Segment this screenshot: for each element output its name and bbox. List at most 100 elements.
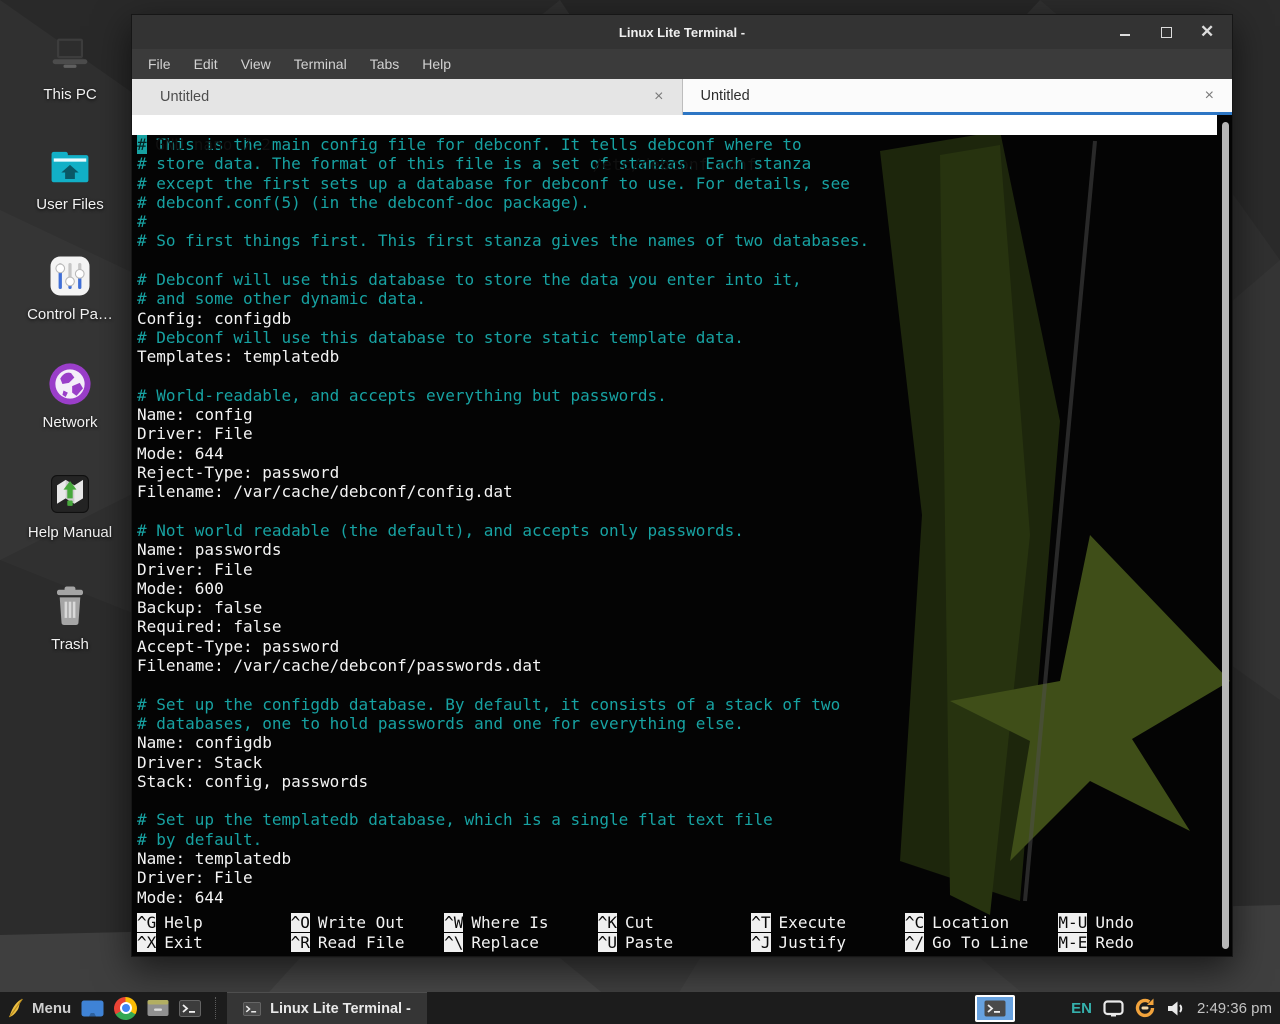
taskbar-clock[interactable]: 2:49:36 pm: [1197, 1000, 1272, 1017]
tab-bar: Untitled × Untitled ×: [132, 79, 1232, 115]
linux-lite-logo-icon: [6, 996, 24, 1020]
editor-line: # debconf.conf(5) (in the debconf-doc pa…: [137, 193, 1232, 212]
menu-edit[interactable]: Edit: [194, 56, 218, 72]
terminal-window: Linux Lite Terminal - ✕ File Edit View Term…: [131, 14, 1233, 957]
launcher-workspace[interactable]: [81, 1000, 104, 1017]
editor-line: Mode: 644: [137, 444, 1232, 463]
desktop-icon-label: Help Manual: [10, 524, 130, 541]
editor-line: Name: configdb: [137, 733, 1232, 752]
editor-line: Driver: Stack: [137, 753, 1232, 772]
terminal-icon: [179, 1000, 201, 1017]
menu-file[interactable]: File: [148, 56, 171, 72]
editor-line: Driver: File: [137, 560, 1232, 579]
nano-shortcut: ^XExit: [137, 933, 291, 952]
computer-icon: [44, 30, 96, 82]
nano-shortcut: ^OWrite Out: [291, 913, 445, 932]
maximize-button[interactable]: [1159, 25, 1173, 39]
launcher-archive[interactable]: [147, 999, 169, 1017]
tab-untitled-2[interactable]: Untitled ×: [683, 79, 1233, 115]
menu-button-label: Menu: [32, 1000, 71, 1017]
window-titlebar[interactable]: Linux Lite Terminal - ✕: [132, 15, 1232, 49]
editor-line: Config: configdb: [137, 309, 1232, 328]
nano-shortcut: ^JJustify: [751, 933, 905, 952]
editor-line: # This is the main config file for debco…: [137, 135, 1232, 154]
keyboard-layout-indicator[interactable]: EN: [1071, 1000, 1092, 1017]
nano-shortcut: M-ERedo: [1058, 933, 1212, 952]
editor-line: Accept-Type: password: [137, 637, 1232, 656]
nano-shortcut: ^UPaste: [598, 933, 752, 952]
display-settings-tray[interactable]: [1103, 1000, 1124, 1017]
desktop-icon-trash[interactable]: Trash: [10, 580, 130, 653]
nano-shortcut: ^\Replace: [444, 933, 598, 952]
nano-shortcut: ^RRead File: [291, 933, 445, 952]
help-manual-icon: [44, 468, 96, 520]
editor-line: [137, 791, 1232, 810]
updates-notifier-tray[interactable]: [1133, 996, 1157, 1020]
terminal-scrollbar[interactable]: [1222, 122, 1229, 949]
editor-line: # Set up the templatedb database, which …: [137, 810, 1232, 829]
editor-line: Driver: File: [137, 868, 1232, 887]
tab-close-icon[interactable]: ×: [1205, 88, 1214, 104]
editor-line: [137, 502, 1232, 521]
editor-line: Mode: 644: [137, 888, 1232, 907]
panel-separator: [215, 997, 219, 1019]
volume-tray[interactable]: [1166, 1000, 1186, 1017]
close-button[interactable]: ✕: [1200, 25, 1214, 39]
taskbar-window-button[interactable]: Linux Lite Terminal -: [227, 992, 427, 1024]
editor-line: # Set up the configdb database. By defau…: [137, 695, 1232, 714]
desktop-icon-help-manual[interactable]: Help Manual: [10, 468, 130, 541]
editor-line: [137, 367, 1232, 386]
menu-view[interactable]: View: [241, 56, 271, 72]
taskbar-window-label: Linux Lite Terminal -: [270, 1001, 411, 1017]
editor-line: Reject-Type: password: [137, 463, 1232, 482]
desktop-icon-label: User Files: [10, 196, 130, 213]
taskbar: Menu Linux Lite Terminal -: [0, 992, 1280, 1024]
terminal-viewport[interactable]: GNU nano 7.2 /etc/debconf.conf # This is…: [132, 115, 1232, 956]
minimize-button[interactable]: [1118, 25, 1132, 39]
terminal-icon: [984, 1000, 1006, 1017]
desktop-icon-control-panel[interactable]: Control Pa…: [10, 250, 130, 323]
menu-terminal[interactable]: Terminal: [294, 56, 347, 72]
menu-help[interactable]: Help: [422, 56, 451, 72]
editor-line: Name: passwords: [137, 540, 1232, 559]
monitor-icon: [1103, 1000, 1124, 1017]
editor-line: Driver: File: [137, 424, 1232, 443]
desktop-icon-label: Control Pa…: [10, 306, 130, 323]
editor-line: # by default.: [137, 830, 1232, 849]
nano-shortcut-bar: ^GHelp^OWrite Out^WWhere Is^KCut^TExecut…: [137, 913, 1212, 952]
tray-terminal-indicator[interactable]: [975, 995, 1015, 1022]
desktop-icon-network[interactable]: Network: [10, 358, 130, 431]
nano-titlebar: GNU nano 7.2 /etc/debconf.conf: [132, 115, 1217, 135]
tab-untitled-1[interactable]: Untitled ×: [132, 79, 683, 115]
nano-editor-buffer[interactable]: # This is the main config file for debco…: [132, 135, 1232, 907]
editor-line: # Debconf will use this database to stor…: [137, 270, 1232, 289]
chrome-icon: [114, 997, 137, 1020]
editor-line: Required: false: [137, 617, 1232, 636]
network-globe-icon: [44, 358, 96, 410]
nano-shortcut: M-UUndo: [1058, 913, 1212, 932]
editor-line: Backup: false: [137, 598, 1232, 617]
nano-shortcut: ^GHelp: [137, 913, 291, 932]
nano-shortcut: ^CLocation: [905, 913, 1059, 932]
editor-line: Mode: 600: [137, 579, 1232, 598]
editor-line: Filename: /var/cache/debconf/passwords.d…: [137, 656, 1232, 675]
nano-shortcut: ^/Go To Line: [905, 933, 1059, 952]
tab-label: Untitled: [701, 88, 750, 104]
nano-version: GNU nano 7.2: [136, 135, 271, 155]
menu-button[interactable]: Menu: [0, 992, 81, 1024]
nano-shortcut: ^KCut: [598, 913, 752, 932]
desktop-icon-label: Network: [10, 414, 130, 431]
desktop-icon-this-pc[interactable]: This PC: [10, 30, 130, 103]
launcher-chrome[interactable]: [114, 997, 137, 1020]
menu-tabs[interactable]: Tabs: [370, 56, 400, 72]
editor-line: # Debconf will use this database to stor…: [137, 328, 1232, 347]
tab-label: Untitled: [150, 89, 209, 105]
launcher-terminal[interactable]: [179, 1000, 201, 1017]
tab-close-icon[interactable]: ×: [654, 89, 663, 105]
trash-icon: [44, 580, 96, 632]
editor-line: Stack: config, passwords: [137, 772, 1232, 791]
editor-line: # So first things first. This first stan…: [137, 231, 1232, 250]
editor-line: Templates: templatedb: [137, 347, 1232, 366]
desktop-icon-user-files[interactable]: User Files: [10, 140, 130, 213]
folder-home-icon: [44, 140, 96, 192]
